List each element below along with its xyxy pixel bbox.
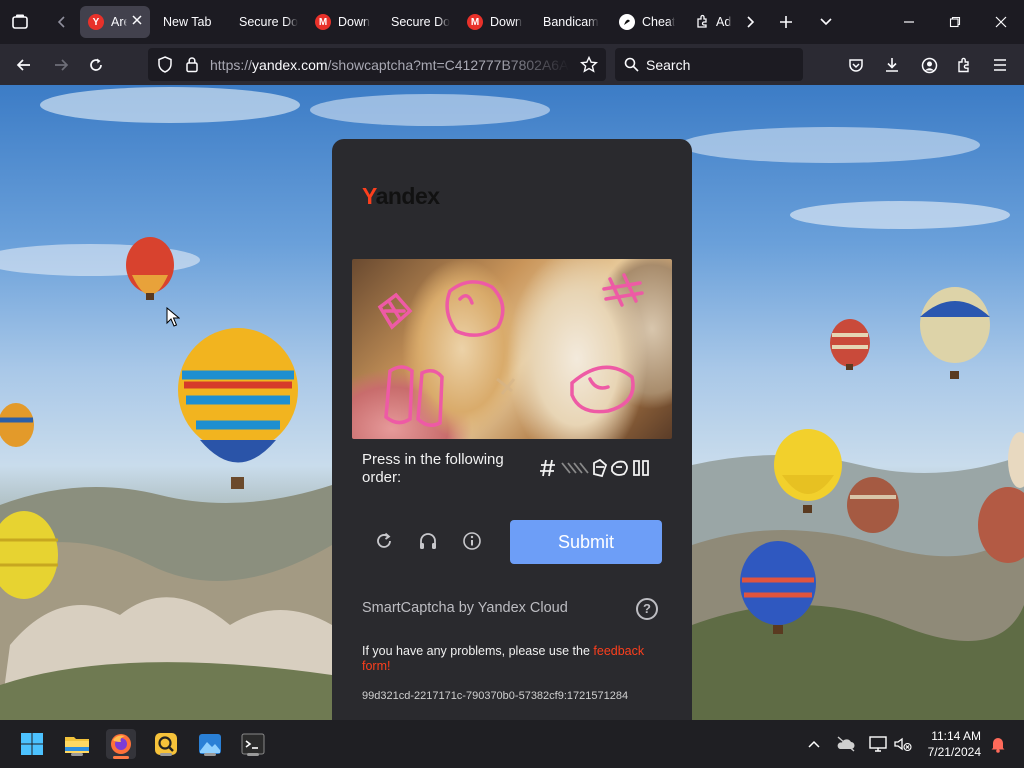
pdf-tool-icon[interactable] (152, 730, 180, 758)
navigation-toolbar: https://yandex.com/showcaptcha?mt=C41277… (0, 44, 1024, 85)
onedrive-offline-icon[interactable] (832, 730, 860, 758)
clock-time: 11:14 AM (931, 729, 981, 743)
page-content: Yandex Press in the following order: Sub… (0, 85, 1024, 720)
tab-mega-download-1[interactable]: M Down (315, 6, 377, 38)
yandex-logo: Yandex (362, 183, 440, 210)
file-explorer-icon[interactable] (63, 730, 91, 758)
close-tab-icon[interactable] (131, 14, 143, 29)
running-indicator (160, 753, 172, 756)
search-icon (624, 57, 639, 77)
pocket-icon[interactable] (845, 54, 867, 76)
problems-notice: If you have any problems, please use the… (362, 644, 652, 674)
lock-icon[interactable] (185, 56, 199, 78)
app-menu-hamburger-icon[interactable] (989, 54, 1011, 76)
terminal-icon[interactable] (239, 730, 267, 758)
yandex-icon: Y (88, 14, 104, 30)
url-bar[interactable]: https://yandex.com/showcaptcha?mt=C41277… (148, 48, 606, 81)
order-sequence-icons (540, 458, 649, 478)
firefox-icon[interactable] (106, 729, 136, 759)
list-all-tabs-chevron-icon[interactable] (816, 12, 836, 32)
minimize-window-icon[interactable] (899, 12, 919, 32)
submit-button[interactable]: Submit (510, 520, 662, 564)
tab-label: Down (338, 15, 370, 29)
captcha-symbols-overlay (377, 273, 644, 427)
mouse-cursor-icon (166, 307, 180, 327)
account-icon[interactable] (918, 54, 940, 76)
tab-label: New Tab (163, 15, 212, 29)
tab-addon[interactable]: Ad (695, 6, 735, 38)
help-question-icon[interactable]: ? (636, 598, 658, 620)
refresh-icon[interactable] (372, 529, 396, 553)
running-indicator (71, 753, 83, 756)
url-domain: yandex.com (252, 57, 328, 73)
windows-taskbar: 11:14 AM 7/21/2024 (0, 720, 1024, 768)
clock-date: 7/21/2024 (927, 745, 981, 759)
active-indicator (113, 756, 129, 759)
running-indicator (247, 753, 259, 756)
tab-label: Bandicam (543, 15, 599, 29)
logo-rest: andex (375, 183, 440, 209)
search-placeholder: Search (646, 57, 691, 73)
tab-mega-download-2[interactable]: M Down (467, 6, 529, 38)
logo-y: Y (362, 183, 376, 209)
tab-secure-do-1[interactable]: Secure Do (239, 6, 303, 38)
photos-app-icon[interactable] (196, 730, 224, 758)
notification-bell-icon[interactable] (984, 730, 1012, 758)
url-text[interactable]: https://yandex.com/showcaptcha?mt=C41277… (210, 57, 570, 73)
tab-label: Cheat (642, 15, 676, 29)
mega-icon: M (467, 14, 483, 30)
volume-muted-icon[interactable] (889, 730, 917, 758)
bookmark-star-icon[interactable] (580, 55, 598, 78)
close-window-icon[interactable] (991, 12, 1011, 32)
running-indicator (204, 753, 216, 756)
windows-start-icon[interactable] (18, 730, 46, 758)
problems-text: If you have any problems, please use the (362, 644, 594, 658)
smartcaptcha-footer: SmartCaptcha by Yandex Cloud (362, 600, 568, 616)
back-arrow-icon[interactable] (13, 54, 35, 76)
scroll-tabs-right-icon[interactable] (740, 12, 760, 32)
tab-label: Secure Do (391, 15, 451, 29)
reload-icon[interactable] (85, 54, 107, 76)
instruction-text: Press in the following order: (362, 451, 504, 486)
tracking-protection-shield-icon[interactable] (157, 56, 173, 78)
network-display-icon[interactable] (864, 730, 892, 758)
tab-manager-icon[interactable] (10, 12, 30, 32)
url-scheme: https:// (210, 57, 253, 73)
captcha-image[interactable] (352, 259, 672, 439)
tab-label: Down (490, 15, 522, 29)
info-icon[interactable] (460, 529, 484, 553)
tab-new-tab[interactable]: New Tab (163, 6, 223, 38)
tab-strip: Y Are New Tab Secure Do M Down Secure Do… (0, 0, 1024, 44)
request-id: 99d321cd-2217171c-790370b0-57382cf9:1721… (362, 690, 629, 702)
show-hidden-icons-chevron-icon[interactable] (800, 730, 828, 758)
tab-yandex[interactable]: Y Are (80, 6, 150, 38)
extensions-puzzle-icon[interactable] (953, 54, 975, 76)
audio-headphones-icon[interactable] (416, 529, 440, 553)
extension-icon (695, 14, 709, 31)
scroll-tabs-left-icon[interactable] (52, 12, 72, 32)
tab-secure-do-2[interactable]: Secure Do (391, 6, 455, 38)
new-tab-plus-icon[interactable] (776, 12, 796, 32)
forward-arrow-icon[interactable] (50, 54, 72, 76)
tab-cheat[interactable]: Cheat (619, 6, 677, 38)
cheat-icon (619, 14, 635, 30)
tab-label: Ad (716, 15, 732, 29)
system-clock[interactable]: 11:14 AM 7/21/2024 (917, 728, 981, 760)
downloads-icon[interactable] (881, 54, 903, 76)
mega-icon: M (315, 14, 331, 30)
tab-label: Secure Do (239, 15, 299, 29)
tab-bandicam[interactable]: Bandicam (543, 6, 603, 38)
search-bar[interactable]: Search (615, 48, 803, 81)
problems-end: ! (387, 659, 391, 673)
tab-label: Are (111, 15, 131, 29)
url-path: /showcaptcha?mt=C412777B7802A6A (327, 57, 569, 73)
restore-window-icon[interactable] (945, 12, 965, 32)
captcha-card: Yandex Press in the following order: Sub… (332, 139, 692, 720)
